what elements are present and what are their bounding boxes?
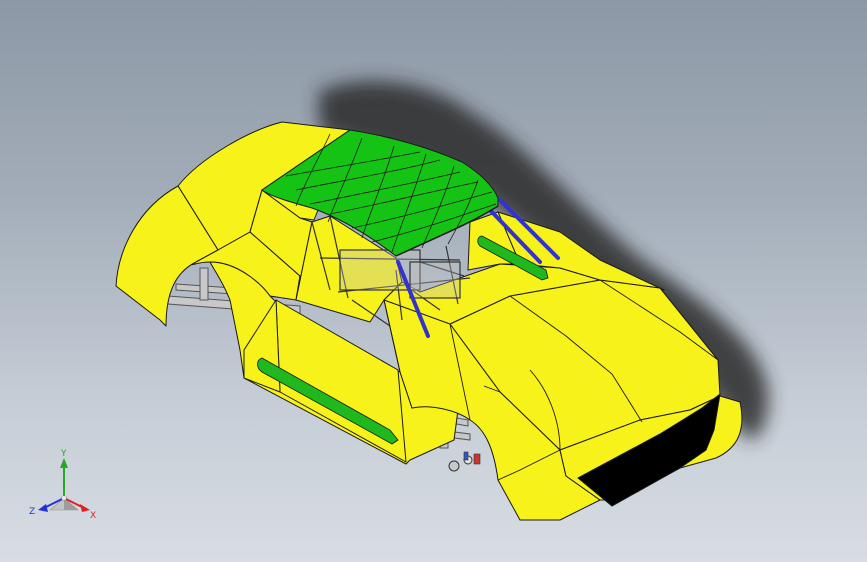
front-hub[interactable] (448, 451, 481, 472)
triad-y-label: Y (60, 449, 67, 459)
3d-viewport[interactable]: Y X Z (0, 0, 867, 562)
view-orientation-triad[interactable]: Y X Z (26, 448, 106, 522)
triad-x-label: X (90, 511, 96, 521)
model-scene[interactable] (0, 0, 867, 562)
triad-z-label: Z (29, 507, 35, 517)
